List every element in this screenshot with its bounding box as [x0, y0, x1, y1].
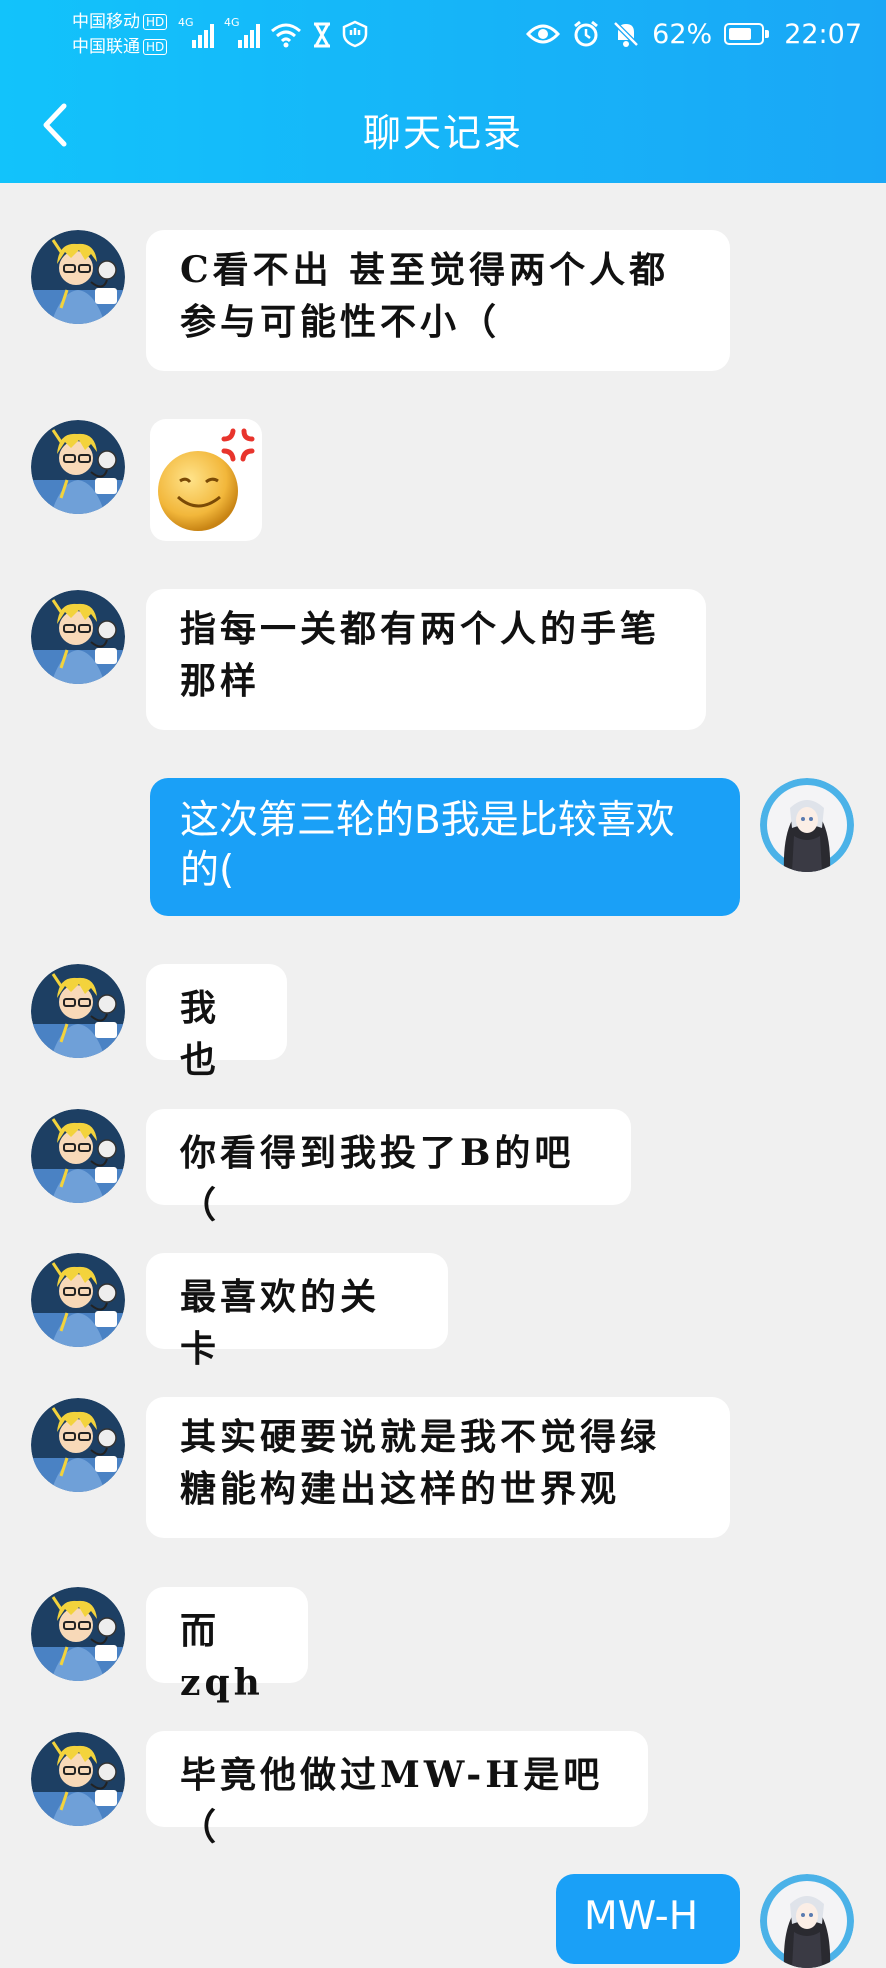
contact-avatar[interactable] [31, 1398, 125, 1492]
eye-icon [526, 24, 561, 44]
message-text: C看不出 甚至觉得两个人都参与可能性不小（ [180, 249, 670, 343]
carrier-2: 中国联通 [72, 37, 140, 57]
hd-badge-1: HD [143, 14, 168, 30]
own-avatar[interactable] [760, 778, 854, 872]
contact-avatar[interactable] [31, 964, 125, 1058]
contact-avatar[interactable] [31, 590, 125, 684]
message-text: 这次第三轮的B我是比较喜欢的( [180, 798, 675, 893]
contact-avatar[interactable] [31, 1109, 125, 1203]
angry-smiley-sticker-icon [158, 428, 255, 531]
contact-avatar[interactable] [31, 1253, 125, 1347]
message-text: 其实硬要说就是我不觉得绿糖能构建出这样的世界观 [180, 1416, 661, 1510]
message-bubble[interactable]: 我也 [146, 964, 287, 1081]
message-text: 你看得到我投了B的吧（ [180, 1132, 575, 1226]
contact-avatar[interactable] [31, 1587, 125, 1681]
carrier-info: 中国移动 HD 中国联通 HD [72, 10, 168, 60]
battery-icon [724, 23, 770, 45]
own-avatar[interactable] [760, 1874, 854, 1968]
own-message-bubble[interactable]: 这次第三轮的B我是比较喜欢的( [150, 778, 740, 916]
message-text: 我也 [180, 987, 221, 1081]
hd-badge-2: HD [143, 39, 168, 55]
wifi-icon [271, 23, 301, 48]
hourglass-icon [314, 22, 330, 48]
bell-muted-icon [613, 21, 639, 47]
message-text: 最喜欢的关卡 [180, 1276, 381, 1370]
top-bar: 中国移动 HD 中国联通 HD 4G 4G 62% 22:07 聊天记录 [0, 0, 886, 183]
message-bubble[interactable]: 而zqh [146, 1587, 308, 1704]
message-bubble[interactable]: 其实硬要说就是我不觉得绿糖能构建出这样的世界观 [146, 1397, 730, 1538]
carrier-1: 中国移动 [72, 12, 140, 32]
message-text: 毕竟他做过MW-H是吧（ [180, 1754, 604, 1848]
message-bubble[interactable]: 你看得到我投了B的吧（ [146, 1109, 631, 1226]
signal-icon-2: 4G [224, 16, 260, 48]
message-text: 指每一关都有两个人的手笔那样 [180, 608, 661, 702]
battery-percent: 62% [652, 18, 713, 50]
contact-avatar[interactable] [31, 1732, 125, 1826]
contact-avatar[interactable] [31, 420, 125, 514]
message-text: MW-H [584, 1894, 699, 1939]
sticker-message[interactable] [150, 419, 262, 541]
message-bubble[interactable]: 最喜欢的关卡 [146, 1253, 448, 1370]
contact-avatar[interactable] [31, 230, 125, 324]
network-type-2: 4G [224, 16, 240, 29]
signal-icon-1: 4G [178, 16, 214, 48]
message-bubble[interactable]: 毕竟他做过MW-H是吧（ [146, 1731, 648, 1848]
message-bubble[interactable]: 指每一关都有两个人的手笔那样 [146, 589, 706, 730]
message-text: 而zqh [180, 1610, 264, 1704]
network-icons: 4G 4G [178, 16, 368, 48]
message-bubble[interactable]: C看不出 甚至觉得两个人都参与可能性不小（ [146, 230, 730, 371]
clock: 22:07 [784, 18, 862, 50]
page-title: 聊天记录 [362, 111, 523, 155]
own-message-bubble[interactable]: MW-H [556, 1874, 740, 1964]
shield-icon [342, 20, 368, 48]
status-bar: 中国移动 HD 中国联通 HD 4G 4G 62% 22:07 [0, 0, 886, 66]
network-type-1: 4G [178, 16, 194, 29]
alarm-icon [574, 20, 599, 47]
system-icons: 62% 22:07 [526, 14, 862, 54]
